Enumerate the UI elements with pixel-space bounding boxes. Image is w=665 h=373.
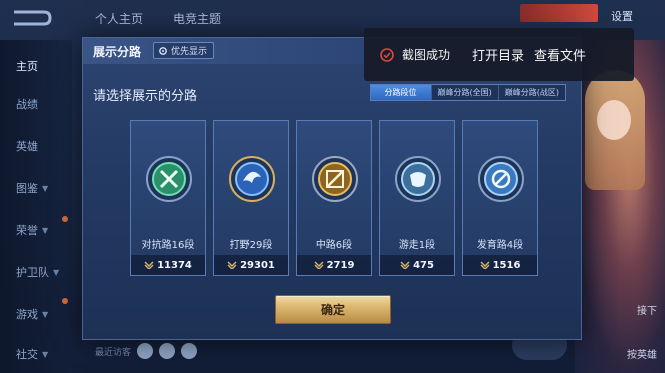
lane-card-jungle[interactable]: 打野29段 29301 bbox=[213, 120, 289, 276]
lane-score-bar: 1516 bbox=[463, 255, 537, 275]
tab-esports-theme[interactable]: 电竞主题 bbox=[173, 10, 221, 27]
side-navigation: 主页 战绩 英雄 图鉴 ▼ 荣誉 ▼ 护卫队 ▼ 游戏 ▼ 社交 ▼ bbox=[0, 40, 72, 373]
lane-score-bar: 2719 bbox=[297, 255, 371, 275]
rank-chevron-icon bbox=[227, 261, 237, 269]
lane-score: 11374 bbox=[157, 259, 192, 271]
promo-banner[interactable] bbox=[520, 4, 598, 22]
notification-dot bbox=[62, 298, 68, 304]
open-folder-button[interactable]: 打开目录 bbox=[472, 45, 524, 64]
sidebar-item-heroes[interactable]: 英雄 bbox=[16, 138, 38, 154]
chevron-down-icon: ▼ bbox=[42, 349, 49, 359]
segment-lane-rank[interactable]: 分路段位 bbox=[370, 85, 431, 100]
jungle-emblem-icon bbox=[229, 156, 275, 202]
lane-score-bar: 475 bbox=[380, 255, 454, 275]
clash-lane-emblem-icon bbox=[146, 156, 192, 202]
chevron-down-icon: ▼ bbox=[42, 309, 49, 319]
lane-name: 游走1段 bbox=[398, 240, 436, 251]
game-logo-icon bbox=[14, 10, 52, 26]
lane-card-list: 对抗路16段 11374 打野29段 29301 中路6段 2719 游走1段 … bbox=[130, 120, 538, 276]
recent-visitors: 最近访客 bbox=[95, 343, 198, 359]
roam-emblem-icon bbox=[395, 156, 441, 202]
gear-icon bbox=[159, 46, 167, 55]
visitor-avatar[interactable] bbox=[181, 343, 198, 359]
priority-display-button[interactable]: 优先显示 bbox=[153, 42, 215, 59]
lane-type-segmented-control: 分路段位 巅峰分路(全国) 巅峰分路(战区) bbox=[369, 84, 566, 101]
sidebar-item-games[interactable]: 游戏 ▼ bbox=[16, 306, 48, 322]
rank-chevron-icon bbox=[400, 261, 410, 269]
settings-button[interactable]: 设置 bbox=[611, 8, 633, 24]
lane-display-dialog: 展示分路 优先显示 请选择展示的分路 分路段位 巅峰分路(全国) 巅峰分路(战区… bbox=[82, 37, 582, 340]
lane-name: 对抗路16段 bbox=[141, 240, 195, 251]
rank-chevron-icon bbox=[314, 261, 324, 269]
segment-peak-national[interactable]: 巅峰分路(全国) bbox=[430, 85, 498, 100]
sidebar-item-codex[interactable]: 图鉴 ▼ bbox=[16, 180, 48, 196]
mid-lane-emblem-icon bbox=[312, 156, 358, 202]
confirm-button[interactable]: 确定 bbox=[275, 295, 391, 324]
rank-chevron-icon bbox=[480, 261, 490, 269]
lane-card-mid[interactable]: 中路6段 2719 bbox=[296, 120, 372, 276]
lane-card-clash[interactable]: 对抗路16段 11374 bbox=[130, 120, 206, 276]
farm-lane-emblem-icon bbox=[478, 156, 524, 202]
sidebar-item-honor[interactable]: 荣誉 ▼ bbox=[16, 222, 48, 238]
segment-peak-region[interactable]: 巅峰分路(战区) bbox=[497, 85, 565, 100]
dialog-title: 展示分路 bbox=[93, 45, 142, 59]
by-hero-button[interactable]: 按英雄 bbox=[627, 346, 657, 361]
dialog-prompt: 请选择展示的分路 bbox=[93, 89, 198, 104]
lane-name: 发育路4段 bbox=[476, 240, 524, 251]
visitor-avatar[interactable] bbox=[159, 343, 176, 359]
top-tab-bar: 个人主页 电竞主题 bbox=[95, 10, 221, 27]
check-circle-icon bbox=[380, 47, 394, 62]
chevron-down-icon: ▼ bbox=[53, 267, 60, 277]
lane-score: 1516 bbox=[492, 259, 521, 271]
toast-message: 截图成功 bbox=[402, 48, 451, 62]
chevron-down-icon: ▼ bbox=[42, 225, 49, 235]
lane-name: 中路6段 bbox=[315, 240, 353, 251]
sidebar-item-record[interactable]: 战绩 bbox=[16, 96, 38, 112]
lane-score-bar: 11374 bbox=[131, 255, 205, 275]
screenshot-toast: 截图成功 打开目录 查看文件 bbox=[364, 28, 634, 81]
lane-score-bar: 29301 bbox=[214, 255, 288, 275]
sidebar-item-guard[interactable]: 护卫队 ▼ bbox=[16, 264, 59, 280]
lane-card-roam[interactable]: 游走1段 475 bbox=[379, 120, 455, 276]
right-action-label[interactable]: 接下 bbox=[637, 302, 657, 317]
notification-dot bbox=[62, 216, 68, 222]
priority-display-label: 优先显示 bbox=[171, 47, 208, 57]
lane-card-farm[interactable]: 发育路4段 1516 bbox=[462, 120, 538, 276]
chevron-down-icon: ▼ bbox=[42, 183, 49, 193]
lane-name: 打野29段 bbox=[229, 240, 273, 251]
lane-score: 29301 bbox=[240, 259, 275, 271]
lane-score: 2719 bbox=[326, 259, 355, 271]
visitors-label: 最近访客 bbox=[95, 347, 132, 358]
sidebar-item-social[interactable]: 社交 ▼ bbox=[16, 346, 48, 362]
tab-personal-home[interactable]: 个人主页 bbox=[95, 10, 143, 27]
hero-portrait bbox=[575, 40, 665, 373]
visitor-avatar[interactable] bbox=[137, 343, 154, 359]
rank-chevron-icon bbox=[144, 261, 154, 269]
sidebar-item-home[interactable]: 主页 bbox=[16, 58, 38, 74]
view-file-button[interactable]: 查看文件 bbox=[534, 45, 586, 64]
lane-score: 475 bbox=[413, 259, 434, 271]
hero-face bbox=[597, 100, 631, 140]
